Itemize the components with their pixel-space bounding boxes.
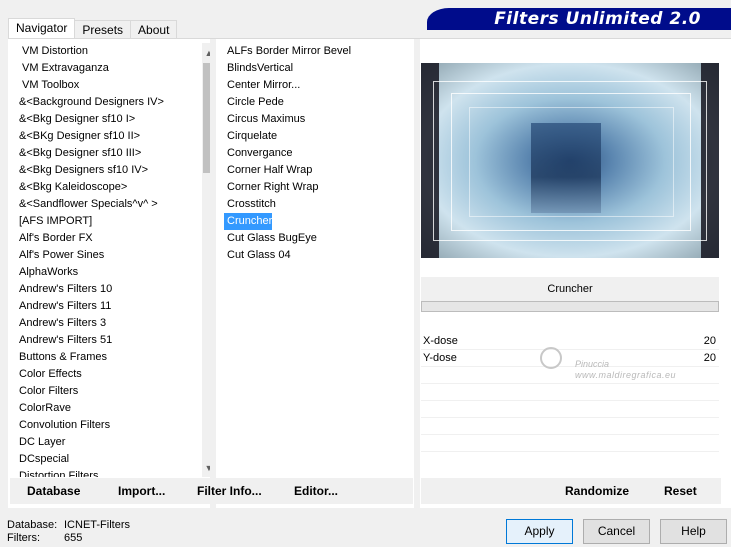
category-item[interactable]: Alf's Power Sines — [18, 247, 216, 264]
apply-button[interactable]: Apply — [506, 519, 573, 544]
category-item[interactable]: &<Bkg Designers sf10 IV> — [18, 162, 216, 179]
category-item[interactable]: &<BKg Designer sf10 II> — [18, 128, 216, 145]
filter-item[interactable]: Crosstitch — [224, 196, 416, 213]
filter-item[interactable]: Cirquelate — [224, 128, 416, 145]
category-item[interactable]: &<Bkg Designer sf10 I> — [18, 111, 216, 128]
filters-count: 655 — [64, 532, 83, 544]
filter-item[interactable]: ALFs Border Mirror Bevel — [224, 43, 416, 60]
filter-list[interactable]: ALFs Border Mirror Bevel BlindsVertical Ce… — [224, 43, 416, 283]
category-item[interactable]: &<Bkg Kaleidoscope> — [18, 179, 216, 196]
category-list[interactable]: VM Distortion VM Extravaganza VM Toolbox &<… — [18, 43, 216, 477]
list-divider — [210, 39, 216, 509]
filter-item[interactable]: Convergance — [224, 145, 416, 162]
filter-info-button[interactable]: Filter Info... — [197, 484, 262, 498]
banner-title: Filters Unlimited 2.0 — [494, 9, 701, 29]
category-item[interactable]: VM Toolbox — [18, 77, 216, 94]
category-item[interactable]: Convolution Filters — [18, 417, 216, 434]
category-item[interactable]: Alf's Border FX — [18, 230, 216, 247]
tab-presets[interactable]: Presets — [74, 20, 132, 39]
tab-bar: Navigator Presets About — [8, 18, 178, 39]
filter-item[interactable]: Cruncher — [224, 213, 272, 230]
filter-item[interactable]: Circle Pede — [224, 94, 416, 111]
preview-image — [421, 63, 719, 258]
category-item[interactable]: VM Distortion — [18, 43, 216, 60]
category-item[interactable]: Color Effects — [18, 366, 216, 383]
list-divider — [414, 39, 420, 509]
database-button[interactable]: Database — [27, 484, 80, 498]
progress-bar — [421, 301, 719, 312]
watermark-logo-icon — [540, 347, 562, 369]
category-item[interactable]: Andrew's Filters 51 — [18, 332, 216, 349]
param-row-empty — [421, 418, 719, 435]
tab-navigator[interactable]: Navigator — [8, 18, 76, 39]
filter-item[interactable]: Corner Half Wrap — [224, 162, 416, 179]
param-row-empty — [421, 384, 719, 401]
filter-item[interactable]: Center Mirror... — [224, 77, 416, 94]
category-item[interactable]: ColorRave — [18, 400, 216, 417]
category-item[interactable]: DC Layer — [18, 434, 216, 451]
category-item[interactable]: Color Filters — [18, 383, 216, 400]
category-item[interactable]: &<Sandflower Specials^v^ > — [18, 196, 216, 213]
filter-item[interactable]: Cut Glass 04 — [224, 247, 416, 264]
watermark: Pinuccia www.maldiregrafica.eu — [540, 345, 690, 385]
category-item[interactable]: AlphaWorks — [18, 264, 216, 281]
category-item[interactable]: Andrew's Filters 3 — [18, 315, 216, 332]
watermark-url: www.maldiregrafica.eu — [575, 370, 677, 380]
param-name: X-dose — [423, 335, 458, 347]
database-label: Database: — [7, 519, 58, 531]
param-row-empty — [421, 401, 719, 418]
param-row-empty — [421, 435, 719, 452]
category-item[interactable]: DCspecial — [18, 451, 216, 468]
category-item[interactable]: Andrew's Filters 11 — [18, 298, 216, 315]
filter-item[interactable]: Corner Right Wrap — [224, 179, 416, 196]
category-item[interactable]: [AFS IMPORT] — [18, 213, 216, 230]
database-value: ICNET-Filters — [64, 519, 130, 531]
randomize-button[interactable]: Randomize — [565, 484, 629, 498]
param-name: Y-dose — [423, 352, 457, 364]
category-item[interactable]: &<Background Designers IV> — [18, 94, 216, 111]
category-item[interactable]: &<Bkg Designer sf10 III> — [18, 145, 216, 162]
help-button[interactable]: Help — [660, 519, 727, 544]
watermark-name: Pinuccia — [575, 359, 610, 369]
category-item[interactable]: VM Extravaganza — [18, 60, 216, 77]
param-value[interactable]: 20 — [704, 333, 716, 350]
category-item[interactable]: Andrew's Filters 10 — [18, 281, 216, 298]
filter-item[interactable]: Circus Maximus — [224, 111, 416, 128]
reset-button[interactable]: Reset — [664, 484, 697, 498]
category-item[interactable]: Buttons & Frames — [18, 349, 216, 366]
filter-item[interactable]: BlindsVertical — [224, 60, 416, 77]
navigator-button-bar: Database Import... Filter Info... Editor… — [10, 478, 413, 504]
tab-about[interactable]: About — [130, 20, 178, 39]
cancel-button[interactable]: Cancel — [583, 519, 650, 544]
filter-item[interactable]: Cut Glass BugEye — [224, 230, 416, 247]
title-banner: Filters Unlimited 2.0 — [427, 8, 731, 30]
import-button[interactable]: Import... — [118, 484, 165, 498]
selected-filter-name: Cruncher — [421, 277, 719, 301]
editor-button[interactable]: Editor... — [294, 484, 338, 498]
category-item[interactable]: Distortion Filters — [18, 468, 216, 477]
status-area: Database: ICNET-Filters Filters: 655 — [7, 519, 130, 545]
param-button-bar: Randomize Reset — [421, 478, 721, 504]
param-value[interactable]: 20 — [704, 350, 716, 367]
filters-label: Filters: — [7, 532, 40, 544]
